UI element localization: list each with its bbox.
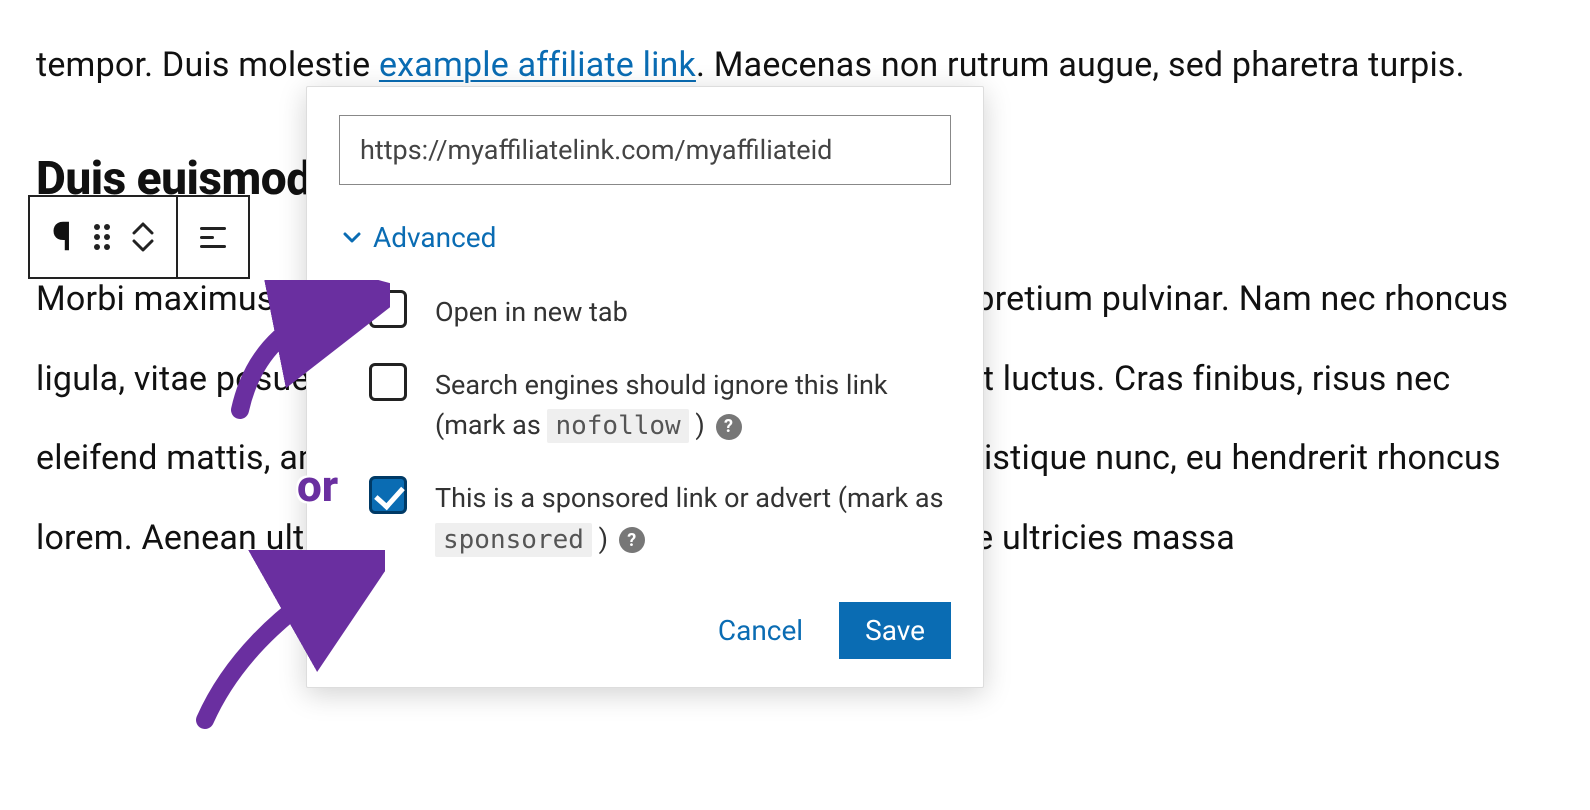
- cancel-button[interactable]: Cancel: [718, 614, 803, 647]
- option-open-new-tab[interactable]: Open in new tab: [339, 278, 951, 351]
- popover-footer: Cancel Save: [307, 578, 983, 669]
- affiliate-link[interactable]: example affiliate link: [379, 45, 696, 85]
- code-sponsored: sponsored: [435, 523, 592, 557]
- annotation-arrow-bottom: [185, 550, 385, 730]
- chevron-down-icon: [343, 232, 361, 244]
- drag-handle-icon[interactable]: [94, 224, 110, 250]
- checkbox-sponsored[interactable]: [369, 476, 407, 514]
- option-sponsored[interactable]: This is a sponsored link or advert (mark…: [339, 464, 951, 578]
- annotation-or-label: or: [297, 460, 338, 512]
- save-button[interactable]: Save: [839, 602, 951, 659]
- option-label: Open in new tab: [435, 290, 951, 333]
- help-icon[interactable]: ?: [619, 527, 645, 553]
- move-updown-control[interactable]: [132, 221, 154, 253]
- align-icon[interactable]: [200, 227, 226, 248]
- paragraph-block-icon[interactable]: ¶: [52, 217, 72, 257]
- option-label: Search engines should ignore this link (…: [435, 363, 951, 447]
- link-url-input[interactable]: [339, 115, 951, 185]
- text-run: ): [689, 409, 705, 441]
- text-run: tempor. Duis molestie: [36, 45, 379, 85]
- option-label: This is a sponsored link or advert (mark…: [435, 476, 951, 560]
- option-nofollow[interactable]: Search engines should ignore this link (…: [339, 351, 951, 465]
- advanced-toggle[interactable]: Advanced: [343, 221, 496, 254]
- code-nofollow: nofollow: [547, 409, 688, 443]
- annotation-arrow-top: [220, 280, 390, 430]
- text-run: ): [592, 523, 608, 555]
- link-settings-popover: Advanced Open in new tab Search engines …: [306, 86, 984, 688]
- advanced-label: Advanced: [373, 221, 496, 254]
- text-run: This is a sponsored link or advert (mark…: [435, 482, 944, 514]
- block-toolbar: ¶: [28, 195, 250, 279]
- text-run: . Maecenas non rutrum augue, sed pharetr…: [696, 45, 1465, 85]
- help-icon[interactable]: ?: [716, 414, 742, 440]
